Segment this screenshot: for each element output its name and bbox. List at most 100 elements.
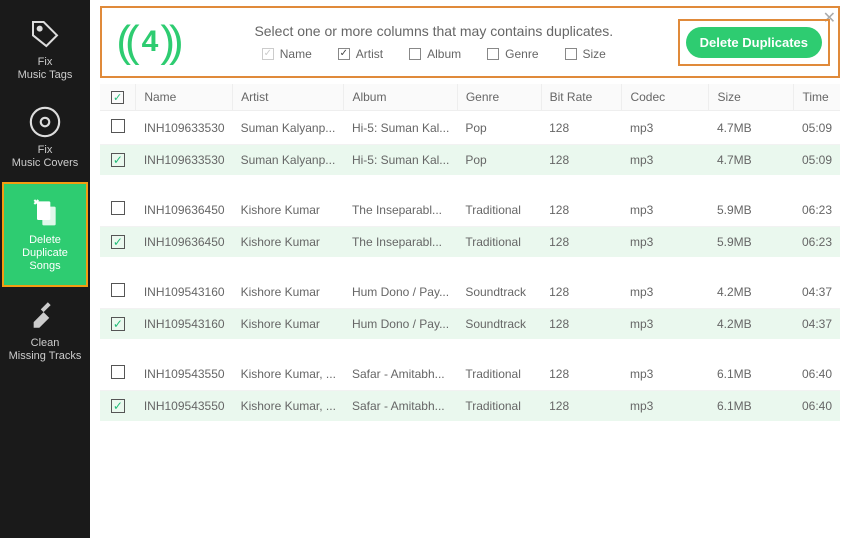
row-checkbox[interactable]: ✓	[100, 309, 136, 340]
cell-genre: Traditional	[457, 227, 541, 258]
sidebar-item-fix-music-tags[interactable]: Fix Music Tags	[0, 6, 90, 94]
cell-bit-rate: 128	[541, 111, 622, 145]
row-checkbox[interactable]	[100, 193, 136, 227]
cell-name: INH109543550	[136, 391, 233, 422]
cell-name: INH109636450	[136, 193, 233, 227]
cell-bit-rate: 128	[541, 357, 622, 391]
column-header-time[interactable]: Time	[794, 84, 840, 111]
instruction-text: Select one or more columns that may cont…	[254, 23, 613, 39]
cell-size: 4.7MB	[709, 111, 794, 145]
cell-codec: mp3	[622, 193, 709, 227]
cell-album: Hi-5: Suman Kal...	[344, 145, 457, 176]
checkbox-icon	[565, 48, 577, 60]
cell-album: Safar - Amitabh...	[344, 391, 457, 422]
cell-genre: Pop	[457, 145, 541, 176]
row-checkbox[interactable]: ✓	[100, 227, 136, 258]
cell-time: 05:09	[794, 145, 840, 176]
cell-codec: mp3	[622, 309, 709, 340]
filter-album[interactable]: Album	[409, 47, 461, 61]
duplicate-count: 4	[142, 25, 159, 59]
group-separator	[100, 257, 840, 275]
cell-genre: Traditional	[457, 357, 541, 391]
cell-bit-rate: 128	[541, 309, 622, 340]
cell-artist: Kishore Kumar	[233, 275, 344, 309]
cell-codec: mp3	[622, 357, 709, 391]
sidebar-item-clean-missing-tracks[interactable]: Clean Missing Tracks	[0, 287, 90, 375]
checkbox-icon	[111, 365, 125, 379]
cell-codec: mp3	[622, 227, 709, 258]
cell-bit-rate: 128	[541, 193, 622, 227]
cell-genre: Soundtrack	[457, 309, 541, 340]
table-row[interactable]: INH109543550Kishore Kumar, ...Safar - Am…	[100, 357, 840, 391]
select-all-header[interactable]: ✓	[100, 84, 136, 111]
instruction-bar: (( 4 )) Select one or more columns that …	[100, 6, 840, 78]
cell-size: 4.7MB	[709, 145, 794, 176]
checkbox-icon	[409, 48, 421, 60]
cell-name: INH109633530	[136, 111, 233, 145]
row-checkbox[interactable]	[100, 275, 136, 309]
songs-table-wrap: ✓NameArtistAlbumGenreBit RateCodecSizeTi…	[90, 84, 850, 538]
filter-genre[interactable]: Genre	[487, 47, 538, 61]
filter-size[interactable]: Size	[565, 47, 606, 61]
cell-genre: Traditional	[457, 193, 541, 227]
filter-artist[interactable]: ✓ Artist	[338, 47, 383, 61]
filter-label: Artist	[356, 47, 383, 61]
cell-genre: Soundtrack	[457, 275, 541, 309]
cell-time: 05:09	[794, 111, 840, 145]
column-header-album[interactable]: Album	[344, 84, 457, 111]
cell-artist: Kishore Kumar	[233, 227, 344, 258]
table-row[interactable]: ✓INH109543550Kishore Kumar, ...Safar - A…	[100, 391, 840, 422]
cell-codec: mp3	[622, 145, 709, 176]
row-checkbox[interactable]: ✓	[100, 145, 136, 176]
cell-size: 5.9MB	[709, 227, 794, 258]
sidebar: Fix Music Tags Fix Music Covers Delete Dup…	[0, 0, 90, 538]
row-checkbox[interactable]	[100, 111, 136, 145]
column-header-genre[interactable]: Genre	[457, 84, 541, 111]
broom-icon	[27, 297, 63, 333]
column-header-bit-rate[interactable]: Bit Rate	[541, 84, 622, 111]
filter-label: Album	[427, 47, 461, 61]
row-checkbox[interactable]: ✓	[100, 391, 136, 422]
checkbox-icon	[111, 119, 125, 133]
cell-name: INH109633530	[136, 145, 233, 176]
checkbox-icon	[111, 201, 125, 215]
column-header-artist[interactable]: Artist	[233, 84, 344, 111]
cell-album: The Inseparabl...	[344, 193, 457, 227]
cell-artist: Kishore Kumar, ...	[233, 357, 344, 391]
table-row[interactable]: ✓ INH109633530Suman Kalyanp...Hi-5: Suman…	[100, 145, 840, 176]
column-header-codec[interactable]: Codec	[622, 84, 709, 111]
table-row[interactable]: ✓INH109543160Kishore KumarHum Dono / Pay…	[100, 309, 840, 340]
table-row[interactable]: ✓INH109636450Kishore KumarThe Inseparabl…	[100, 227, 840, 258]
cell-album: Safar - Amitabh...	[344, 357, 457, 391]
group-separator	[100, 339, 840, 357]
cell-artist: Suman Kalyanp...	[233, 145, 344, 176]
checkbox-icon	[111, 283, 125, 297]
cell-album: The Inseparabl...	[344, 227, 457, 258]
checkbox-icon: ✓	[111, 235, 125, 249]
checkbox-icon: ✓	[262, 48, 274, 60]
tag-icon	[27, 16, 63, 52]
table-row[interactable]: INH109633530Suman Kalyanp...Hi-5: Suman …	[100, 111, 840, 145]
table-row[interactable]: INH109636450Kishore KumarThe Inseparabl.…	[100, 193, 840, 227]
checkbox-icon: ✓	[338, 48, 350, 60]
checkbox-icon: ✓	[111, 153, 125, 167]
sidebar-item-delete-duplicate-songs[interactable]: Delete Duplicate Songs	[2, 182, 88, 287]
table-row[interactable]: INH109543160Kishore KumarHum Dono / Pay.…	[100, 275, 840, 309]
cell-genre: Pop	[457, 111, 541, 145]
main-panel: ✕ (( 4 )) Select one or more columns tha…	[90, 0, 850, 538]
cell-genre: Traditional	[457, 391, 541, 422]
delete-duplicates-button[interactable]: Delete Duplicates	[686, 27, 822, 58]
cell-codec: mp3	[622, 391, 709, 422]
sidebar-item-label: Fix Music Covers	[12, 144, 79, 170]
cell-codec: mp3	[622, 111, 709, 145]
cell-artist: Kishore Kumar	[233, 309, 344, 340]
column-header-size[interactable]: Size	[709, 84, 794, 111]
disc-icon	[27, 104, 63, 140]
checkbox-icon	[487, 48, 499, 60]
row-checkbox[interactable]	[100, 357, 136, 391]
column-filters: ✓Name✓ArtistAlbumGenreSize	[262, 47, 606, 61]
column-header-name[interactable]: Name	[136, 84, 233, 111]
cell-album: Hum Dono / Pay...	[344, 309, 457, 340]
songs-table: ✓NameArtistAlbumGenreBit RateCodecSizeTi…	[100, 84, 840, 421]
sidebar-item-fix-music-covers[interactable]: Fix Music Covers	[0, 94, 90, 182]
